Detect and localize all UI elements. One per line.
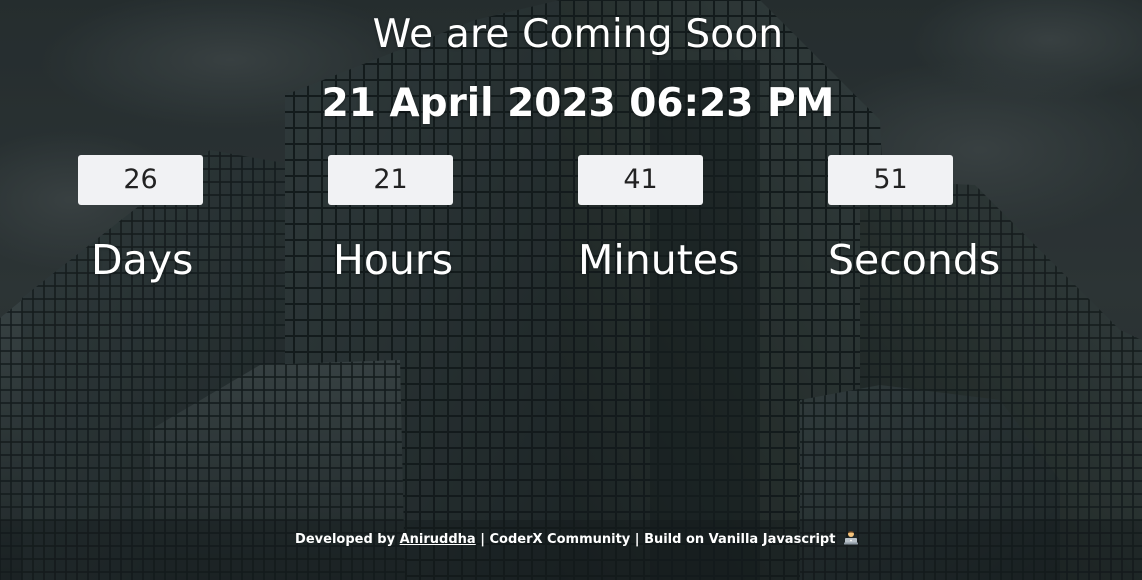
technologist-emoji-icon	[843, 530, 859, 551]
countdown-hours: 21 Hours	[328, 155, 453, 284]
author-link[interactable]: Aniruddha	[400, 532, 476, 547]
seconds-value: 51	[828, 155, 953, 205]
seconds-label: Seconds	[828, 236, 1001, 284]
footer: Developed by Aniruddha | CoderX Communit…	[0, 530, 1142, 551]
days-label: Days	[91, 236, 194, 284]
days-value: 26	[78, 155, 203, 205]
hours-value: 21	[328, 155, 453, 205]
countdown-days: 26 Days	[78, 155, 203, 284]
page-heading: We are Coming Soon	[372, 12, 784, 57]
footer-credits: | CoderX Community | Build on Vanilla Ja…	[480, 532, 836, 547]
minutes-label: Minutes	[578, 236, 740, 284]
countdown-seconds: 51 Seconds	[828, 155, 1000, 284]
minutes-value: 41	[578, 155, 703, 205]
hours-label: Hours	[333, 236, 454, 284]
countdown-minutes: 41 Minutes	[578, 155, 739, 284]
launch-datetime: 21 April 2023 06:23 PM	[321, 81, 835, 126]
coming-soon-page: We are Coming Soon 21 April 2023 06:23 P…	[0, 0, 1142, 580]
footer-developed-by: Developed by	[295, 532, 396, 547]
